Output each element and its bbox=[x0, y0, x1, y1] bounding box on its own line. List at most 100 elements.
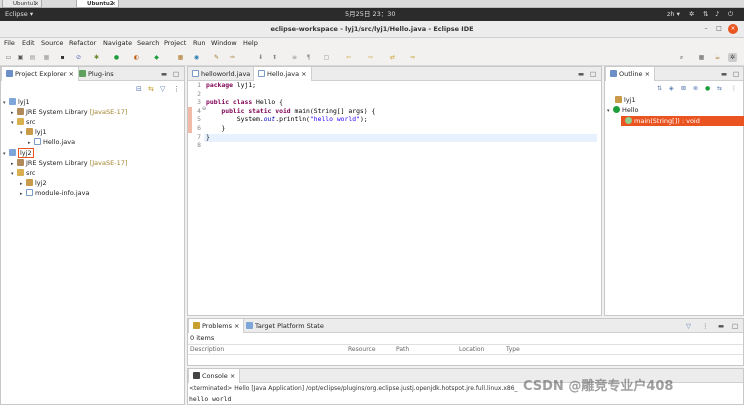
tree-item-module-info[interactable]: ▸ module-info.java bbox=[20, 188, 89, 198]
tab-helloworld-java[interactable]: helloworld.java bbox=[188, 67, 254, 81]
hide-local-types-icon[interactable]: ● bbox=[705, 85, 710, 92]
collapse-all-icon[interactable]: ⊟ bbox=[136, 85, 142, 93]
pilcrow-icon[interactable]: ¶ bbox=[304, 53, 313, 62]
accessibility-icon[interactable]: ✲ bbox=[689, 8, 694, 21]
external-tools-icon[interactable]: ◆ bbox=[152, 53, 161, 62]
menu-source[interactable]: Source bbox=[41, 38, 63, 49]
debug-icon[interactable]: ✱ bbox=[92, 53, 101, 62]
annotation-next-icon[interactable]: ⬇ bbox=[256, 53, 265, 62]
outline-item-main-method[interactable]: main(String[]) : void bbox=[621, 116, 744, 126]
column-path[interactable]: Path bbox=[396, 345, 409, 355]
block-select-icon[interactable]: ▢ bbox=[322, 53, 331, 62]
tree-item-package-lyj2[interactable]: ▸ lyj2 bbox=[20, 178, 47, 188]
terminal-icon[interactable]: ▪ bbox=[58, 53, 67, 62]
menu-navigate[interactable]: Navigate bbox=[103, 38, 132, 49]
tree-item-package-lyj1[interactable]: ▾ lyj1 bbox=[20, 127, 47, 137]
filter-icon[interactable]: ▽ bbox=[686, 322, 691, 330]
search-icon[interactable]: ⌕ bbox=[677, 53, 686, 62]
save-all-icon[interactable]: ▤ bbox=[28, 53, 37, 62]
tree-item-hello-java[interactable]: ▸ Hello.java bbox=[28, 137, 75, 147]
view-menu-icon[interactable]: ⋮ bbox=[173, 85, 180, 93]
menu-window[interactable]: Window bbox=[211, 38, 237, 49]
minimize-icon[interactable]: ▬ bbox=[161, 70, 167, 78]
tree-item-src[interactable]: ▾ src bbox=[11, 117, 36, 127]
power-icon[interactable]: ⏻ bbox=[728, 8, 733, 21]
network-icon[interactable]: ⇅ bbox=[703, 8, 708, 21]
link-editor-icon[interactable]: ⇆ bbox=[148, 85, 154, 93]
tab-plug-ins[interactable]: Plug-ins bbox=[75, 67, 118, 81]
tab-outline[interactable]: Outline × bbox=[605, 67, 656, 81]
maximize-icon[interactable]: □ bbox=[173, 70, 179, 78]
collapse-icon[interactable]: ▾ bbox=[607, 106, 613, 116]
maximize-icon[interactable]: □ bbox=[590, 70, 596, 78]
new-class-icon[interactable]: ◉ bbox=[192, 53, 201, 62]
menu-file[interactable]: File bbox=[4, 38, 15, 49]
new-icon[interactable]: ▭ bbox=[4, 53, 13, 62]
column-location[interactable]: Location bbox=[459, 345, 484, 355]
toggle-mark-icon[interactable]: ≡ bbox=[290, 53, 299, 62]
sort-icon[interactable]: ⇅ bbox=[657, 85, 662, 92]
new-java-project-icon[interactable]: ▦ bbox=[176, 53, 185, 62]
menu-search[interactable]: Search bbox=[137, 38, 159, 49]
navigate-icon[interactable]: ⇒ bbox=[408, 53, 417, 62]
tree-item-src[interactable]: ▾ src bbox=[11, 168, 36, 178]
tab-project-explorer[interactable]: Project Explorer × bbox=[1, 67, 79, 81]
code-line-6[interactable]: } bbox=[206, 124, 225, 133]
clock[interactable]: 5月25日 23：30 bbox=[345, 8, 396, 21]
last-edit-icon[interactable]: ⇄ bbox=[388, 53, 397, 62]
search-tool-icon[interactable]: ✑ bbox=[228, 53, 237, 62]
input-method[interactable]: zh ▾ bbox=[667, 8, 680, 21]
view-menu-icon[interactable]: ⋮ bbox=[702, 322, 709, 330]
menu-help[interactable]: Help bbox=[243, 38, 258, 49]
forward-icon[interactable]: ⇨ bbox=[366, 53, 375, 62]
debug-perspective-icon[interactable]: ✲ bbox=[728, 53, 737, 62]
back-icon[interactable]: ⇦ bbox=[344, 53, 353, 62]
tab-target-platform-state[interactable]: Target Platform State bbox=[242, 319, 328, 333]
print-icon[interactable]: ▦ bbox=[42, 53, 51, 62]
console-output[interactable]: hello world bbox=[189, 394, 231, 404]
tab-problems[interactable]: Problems × bbox=[188, 319, 245, 333]
coverage-icon[interactable]: ◐ bbox=[132, 53, 141, 62]
column-type[interactable]: Type bbox=[506, 345, 520, 355]
filter-icon[interactable]: ▽ bbox=[160, 85, 165, 93]
menu-refactor[interactable]: Refactor bbox=[69, 38, 96, 49]
column-resource[interactable]: Resource bbox=[348, 345, 376, 355]
hide-static-icon[interactable]: ⊠ bbox=[681, 85, 686, 92]
code-line-5[interactable]: System.out.println("hello world"); bbox=[206, 115, 368, 124]
tab-console[interactable]: Console × bbox=[188, 369, 241, 383]
menu-run[interactable]: Run bbox=[193, 38, 205, 49]
annotation-prev-icon[interactable]: ⬆ bbox=[270, 53, 279, 62]
vm-tab-ubuntu1[interactable]: Ubuntu1 × bbox=[2, 0, 42, 8]
outline-item-class[interactable]: ▾ Hello bbox=[607, 105, 638, 115]
open-perspective-icon[interactable]: ▦ bbox=[697, 53, 706, 62]
activities-menu[interactable]: Eclipse ▾ bbox=[5, 8, 33, 21]
open-type-icon[interactable]: ✎ bbox=[212, 53, 221, 62]
code-line-1[interactable]: package lyj1; bbox=[206, 81, 256, 90]
minimize-icon[interactable]: ▬ bbox=[718, 322, 724, 330]
minimize-icon[interactable]: ▬ bbox=[578, 70, 584, 78]
close-icon[interactable]: × bbox=[728, 24, 738, 34]
code-line-7[interactable]: } bbox=[206, 133, 210, 142]
skip-breakpoints-icon[interactable]: ⊘ bbox=[74, 53, 83, 62]
maximize-icon[interactable]: □ bbox=[733, 70, 739, 78]
view-menu-icon[interactable]: ⋮ bbox=[731, 85, 737, 92]
tree-item-jre-library[interactable]: ▸ JRE System Library [JavaSE-17] bbox=[11, 107, 127, 117]
minimize-icon[interactable]: – bbox=[701, 24, 711, 34]
hide-fields-icon[interactable]: ◈ bbox=[669, 85, 674, 92]
volume-icon[interactable]: ♪ bbox=[715, 8, 719, 21]
close-icon[interactable]: × bbox=[34, 0, 38, 8]
code-line-3[interactable]: public class Hello { bbox=[206, 98, 283, 107]
menu-edit[interactable]: Edit bbox=[22, 38, 35, 49]
run-icon[interactable]: ● bbox=[112, 53, 121, 62]
vm-tab-ubuntu2[interactable]: Ubuntu2 × bbox=[76, 0, 119, 8]
tree-item-project-lyj1[interactable]: ▾ lyj1 bbox=[3, 97, 30, 107]
tree-item-project-lyj2[interactable]: ▾ lyj2 bbox=[3, 148, 34, 158]
outline-item-package[interactable]: lyj1 bbox=[615, 95, 636, 105]
close-icon[interactable]: × bbox=[111, 0, 115, 8]
hide-nonpublic-icon[interactable]: ⊗ bbox=[693, 85, 698, 92]
maximize-icon[interactable]: □ bbox=[732, 322, 738, 330]
tab-hello-java[interactable]: Hello.java × bbox=[253, 67, 312, 81]
tree-item-jre-library[interactable]: ▸ JRE System Library [JavaSE-17] bbox=[11, 158, 127, 168]
maximize-icon[interactable]: □ bbox=[714, 24, 724, 34]
column-description[interactable]: Description bbox=[190, 345, 224, 355]
